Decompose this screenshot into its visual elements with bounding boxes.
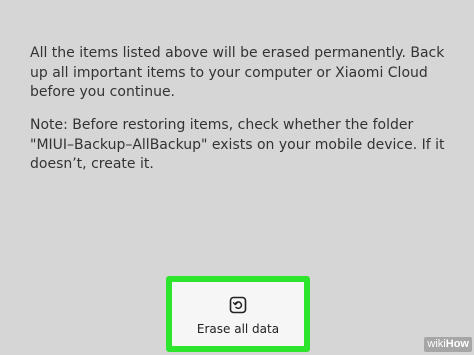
erase-data-screen: All the items listed above will be erase… <box>0 0 474 355</box>
watermark-wiki-text: wiki <box>427 338 446 350</box>
wikihow-watermark: wikiHow <box>424 337 472 352</box>
erase-warning-text: All the items listed above will be erase… <box>30 45 445 100</box>
erase-button-highlight: Erase all data <box>166 276 310 352</box>
reset-icon <box>229 296 247 314</box>
backup-note-text: Note: Before restoring items, check whet… <box>30 117 445 172</box>
erase-all-data-button[interactable]: Erase all data <box>172 282 304 346</box>
erase-all-data-label: Erase all data <box>196 322 280 336</box>
watermark-how-text: How <box>445 338 469 350</box>
